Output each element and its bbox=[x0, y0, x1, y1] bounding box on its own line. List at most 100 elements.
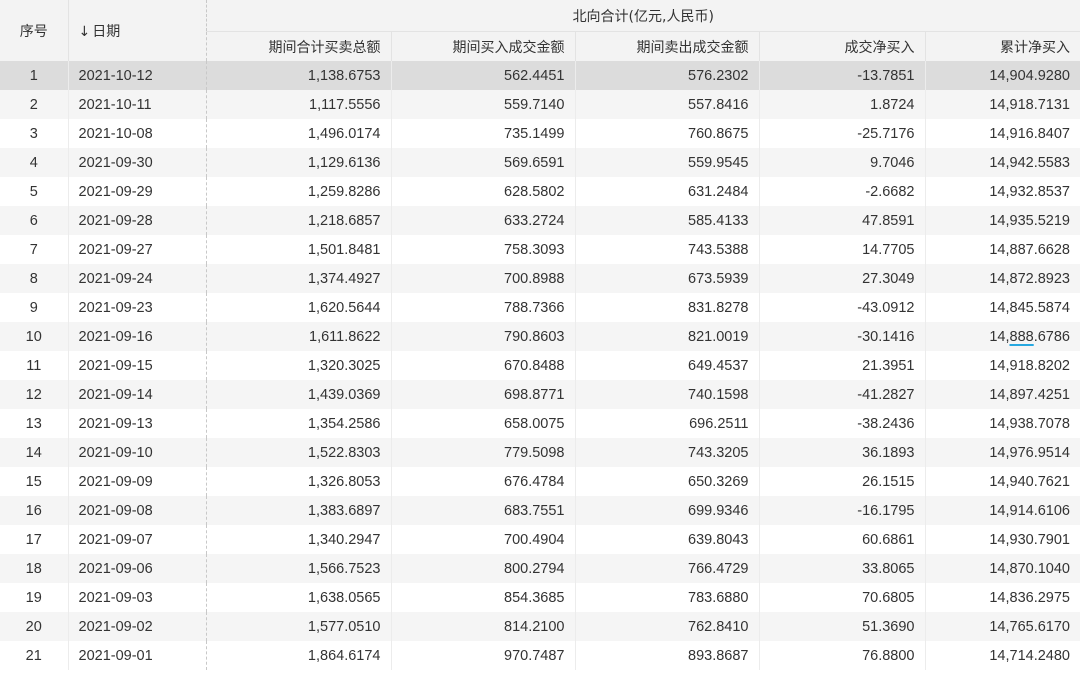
table-row[interactable]: 3 2021-10-08 1,496.0174 735.1499 760.8675 -25… bbox=[0, 119, 1080, 148]
column-header-date[interactable]: ↓ 日期 bbox=[68, 0, 207, 61]
column-header-date-label: 日期 bbox=[92, 23, 121, 40]
table-row[interactable]: 6 2021-09-28 1,218.6857 633.2724 585.4133 47.… bbox=[0, 206, 1080, 235]
row-index-cell: 4 bbox=[0, 148, 69, 177]
total-turnover-cell: 1,340.2947 bbox=[206, 525, 392, 554]
table-row[interactable]: 9 2021-09-23 1,620.5644 788.7366 831.8278 -43… bbox=[0, 293, 1080, 322]
column-header-total-turnover[interactable]: 期间合计买卖总额 bbox=[206, 31, 392, 61]
table-row[interactable]: 15 2021-09-09 1,326.8053 676.4784 650.3269 26… bbox=[0, 467, 1080, 496]
total-turnover-cell: 1,611.8622 bbox=[206, 322, 392, 351]
column-header-label: 期间合计买卖总额 bbox=[268, 39, 381, 56]
row-index-cell: 13 bbox=[0, 409, 69, 438]
table-row[interactable]: 18 2021-09-06 1,566.7523 800.2794 766.4729 33… bbox=[0, 554, 1080, 583]
sell-amount-cell: 743.3205 bbox=[575, 438, 760, 467]
row-index-cell: 16 bbox=[0, 496, 69, 525]
table-row[interactable]: 12 2021-09-14 1,439.0369 698.8771 740.1598 -4… bbox=[0, 380, 1080, 409]
cumulative-net-buy-cell: 14,935.5219 bbox=[925, 206, 1080, 235]
table-row[interactable]: 4 2021-09-30 1,129.6136 569.6591 559.9545 9.7… bbox=[0, 148, 1080, 177]
sell-amount-cell: 673.5939 bbox=[575, 264, 760, 293]
table-row[interactable]: 14 2021-09-10 1,522.8303 779.5098 743.3205 36… bbox=[0, 438, 1080, 467]
total-turnover-cell: 1,620.5644 bbox=[206, 293, 392, 322]
total-turnover-cell: 1,501.8481 bbox=[206, 235, 392, 264]
sell-amount-cell: 743.5388 bbox=[575, 235, 760, 264]
table-row[interactable]: 21 2021-09-01 1,864.6174 970.7487 893.8687 76… bbox=[0, 641, 1080, 670]
table-row[interactable]: 1 2021-10-12 1,138.6753 562.4451 576.2302 -13… bbox=[0, 61, 1080, 90]
column-header-label: 累计净买入 bbox=[1000, 39, 1070, 56]
date-cell: 2021-09-27 bbox=[68, 235, 207, 264]
cumulative-net-buy-cell: 14,930.7901 bbox=[925, 525, 1080, 554]
table-row[interactable]: 2 2021-10-11 1,117.5556 559.7140 557.8416 1.8… bbox=[0, 90, 1080, 119]
table-row[interactable]: 5 2021-09-29 1,259.8286 628.5802 631.2484 -2.… bbox=[0, 177, 1080, 206]
column-group-header: 北向合计(亿元,人民币) bbox=[206, 0, 1080, 32]
net-buy-cell: 36.1893 bbox=[759, 438, 926, 467]
table-row[interactable]: 7 2021-09-27 1,501.8481 758.3093 743.5388 14.… bbox=[0, 235, 1080, 264]
date-cell: 2021-09-01 bbox=[68, 641, 207, 670]
row-index-cell: 5 bbox=[0, 177, 69, 206]
buy-amount-cell: 790.8603 bbox=[391, 322, 576, 351]
date-cell: 2021-09-10 bbox=[68, 438, 207, 467]
net-buy-cell: 51.3690 bbox=[759, 612, 926, 641]
total-turnover-cell: 1,259.8286 bbox=[206, 177, 392, 206]
sell-amount-cell: 559.9545 bbox=[575, 148, 760, 177]
total-turnover-cell: 1,439.0369 bbox=[206, 380, 392, 409]
buy-amount-cell: 735.1499 bbox=[391, 119, 576, 148]
sell-amount-cell: 576.2302 bbox=[575, 61, 760, 90]
column-header-cumulative-net-buy[interactable]: 累计净买入 bbox=[925, 31, 1080, 61]
table-row[interactable]: 17 2021-09-07 1,340.2947 700.4904 639.8043 60… bbox=[0, 525, 1080, 554]
table-row[interactable]: 10 2021-09-16 1,611.8622 790.8603 821.0019 -3… bbox=[0, 322, 1080, 351]
date-cell: 2021-09-13 bbox=[68, 409, 207, 438]
net-buy-cell: 27.3049 bbox=[759, 264, 926, 293]
cumulative-net-buy-cell: 14,918.8202 bbox=[925, 351, 1080, 380]
column-header-label: 成交净买入 bbox=[844, 39, 915, 56]
date-cell: 2021-09-09 bbox=[68, 467, 207, 496]
row-index-cell: 7 bbox=[0, 235, 69, 264]
total-turnover-cell: 1,354.2586 bbox=[206, 409, 392, 438]
table-row[interactable]: 13 2021-09-13 1,354.2586 658.0075 696.2511 -3… bbox=[0, 409, 1080, 438]
table-row[interactable]: 11 2021-09-15 1,320.3025 670.8488 649.4537 21… bbox=[0, 351, 1080, 380]
row-index-cell: 2 bbox=[0, 90, 69, 119]
date-cell: 2021-09-06 bbox=[68, 554, 207, 583]
net-buy-cell: 60.6861 bbox=[759, 525, 926, 554]
total-turnover-cell: 1,864.6174 bbox=[206, 641, 392, 670]
total-turnover-cell: 1,129.6136 bbox=[206, 148, 392, 177]
table-row[interactable]: 8 2021-09-24 1,374.4927 700.8988 673.5939 27.… bbox=[0, 264, 1080, 293]
buy-amount-cell: 559.7140 bbox=[391, 90, 576, 119]
date-cell: 2021-09-16 bbox=[68, 322, 207, 351]
date-cell: 2021-09-28 bbox=[68, 206, 207, 235]
date-cell: 2021-09-29 bbox=[68, 177, 207, 206]
row-index-cell: 15 bbox=[0, 467, 69, 496]
buy-amount-cell: 569.6591 bbox=[391, 148, 576, 177]
column-header-buy-amount[interactable]: 期间买入成交金额 bbox=[391, 31, 576, 61]
row-index-cell: 18 bbox=[0, 554, 69, 583]
cumulative-net-buy-cell: 14,904.9280 bbox=[925, 61, 1080, 90]
buy-amount-cell: 562.4451 bbox=[391, 61, 576, 90]
table-row[interactable]: 16 2021-09-08 1,383.6897 683.7551 699.9346 -1… bbox=[0, 496, 1080, 525]
net-buy-cell: -2.6682 bbox=[759, 177, 926, 206]
cumulative-net-buy-cell: 14,932.8537 bbox=[925, 177, 1080, 206]
net-buy-cell: -41.2827 bbox=[759, 380, 926, 409]
date-cell: 2021-09-24 bbox=[68, 264, 207, 293]
total-turnover-cell: 1,566.7523 bbox=[206, 554, 392, 583]
column-header-index[interactable]: 序号 bbox=[0, 0, 69, 61]
buy-amount-cell: 700.8988 bbox=[391, 264, 576, 293]
cumulative-net-buy-cell: 14,887.6628 bbox=[925, 235, 1080, 264]
sell-amount-cell: 699.9346 bbox=[575, 496, 760, 525]
total-turnover-cell: 1,383.6897 bbox=[206, 496, 392, 525]
date-cell: 2021-09-14 bbox=[68, 380, 207, 409]
row-index-cell: 8 bbox=[0, 264, 69, 293]
total-turnover-cell: 1,522.8303 bbox=[206, 438, 392, 467]
column-header-net-buy[interactable]: 成交净买入 bbox=[759, 31, 926, 61]
total-turnover-cell: 1,374.4927 bbox=[206, 264, 392, 293]
net-buy-cell: 47.8591 bbox=[759, 206, 926, 235]
sell-amount-cell: 650.3269 bbox=[575, 467, 760, 496]
table-row[interactable]: 20 2021-09-02 1,577.0510 814.2100 762.8410 51… bbox=[0, 612, 1080, 641]
row-index-cell: 9 bbox=[0, 293, 69, 322]
total-turnover-cell: 1,638.0565 bbox=[206, 583, 392, 612]
cumulative-net-buy-cell: 14,845.5874 bbox=[925, 293, 1080, 322]
buy-amount-cell: 854.3685 bbox=[391, 583, 576, 612]
sell-amount-cell: 893.8687 bbox=[575, 641, 760, 670]
cumulative-net-buy-cell: 14,940.7621 bbox=[925, 467, 1080, 496]
cumulative-net-buy-cell: 14,872.8923 bbox=[925, 264, 1080, 293]
table-row[interactable]: 19 2021-09-03 1,638.0565 854.3685 783.6880 70… bbox=[0, 583, 1080, 612]
row-index-cell: 17 bbox=[0, 525, 69, 554]
column-header-sell-amount[interactable]: 期间卖出成交金额 bbox=[575, 31, 760, 61]
